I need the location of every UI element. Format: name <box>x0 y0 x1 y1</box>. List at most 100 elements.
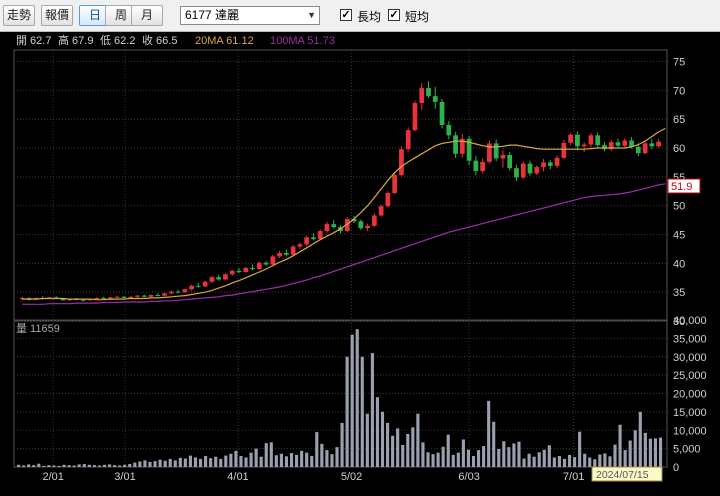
short-ma-checkbox[interactable]: ✓ <box>388 9 400 21</box>
volume-axis-tick-label: 5,000 <box>673 444 701 456</box>
candle-body <box>426 88 431 97</box>
candle-body <box>547 162 553 166</box>
candle-body <box>520 163 526 178</box>
candle-body <box>480 161 486 172</box>
candle-body <box>392 175 398 193</box>
volume-bar <box>360 356 364 467</box>
volume-bar <box>638 411 642 467</box>
chart-mode-button-quote[interactable]: 報價 <box>41 5 73 26</box>
volume-bar <box>234 450 238 467</box>
volume-bar <box>214 456 218 467</box>
open-price-label: 開 62.7 <box>16 34 51 47</box>
candle-body <box>405 130 411 150</box>
volume-axis-tick-label: 30,000 <box>673 352 707 364</box>
candle-body <box>223 274 228 280</box>
volume-bar <box>107 464 112 467</box>
volume-bar <box>350 334 354 467</box>
stock-chart[interactable]: 30 35 40 45 50 55 60 65 70 75 0 5,000 10,000 15,000 20… <box>0 32 720 491</box>
candle-body <box>135 295 140 297</box>
chart-period-button-month[interactable]: 月 <box>131 5 163 26</box>
volume-bar <box>345 356 349 467</box>
candle-body <box>189 285 194 290</box>
volume-bar <box>552 457 556 467</box>
volume-bar <box>67 465 71 467</box>
candle-body <box>290 246 296 255</box>
ma20-label: 20MA 61.12 <box>195 35 254 47</box>
candle-body <box>575 134 580 147</box>
volume-bar <box>264 443 268 467</box>
volume-bar <box>254 448 258 467</box>
volume-bar <box>517 441 521 467</box>
volume-bar <box>32 465 36 467</box>
volume-bar <box>608 456 612 467</box>
volume-bar <box>168 458 172 467</box>
volume-bar <box>512 443 516 467</box>
volume-bar <box>158 459 162 467</box>
volume-bar <box>648 438 652 467</box>
volume-bar <box>310 455 314 467</box>
candle-body <box>419 88 425 104</box>
candle-body <box>385 192 391 207</box>
volume-axis-tick-label: 0 <box>673 462 679 474</box>
chevron-down-icon: ▼ <box>307 10 316 20</box>
long-ma-checkbox[interactable]: ✓ <box>340 9 352 21</box>
volume-bar <box>537 452 541 467</box>
chart-mode-button-trend[interactable]: 走勢 <box>3 5 35 26</box>
candle-body <box>378 206 384 216</box>
last-price-tag: 51.9 <box>667 178 701 194</box>
volume-bar <box>163 460 167 467</box>
candle-body <box>236 270 242 272</box>
volume-bar <box>618 424 622 467</box>
volume-bar <box>396 428 400 467</box>
volume-bar <box>588 457 592 467</box>
volume-bar <box>244 457 248 467</box>
price-axis-tick-label: 70 <box>673 85 685 97</box>
volume-bar <box>573 457 577 467</box>
price-axis-tick-label: 65 <box>673 114 685 126</box>
date-axis-tick-label: 7/01 <box>563 471 584 483</box>
volume-bar <box>557 455 561 467</box>
volume-bar <box>148 461 152 467</box>
candle-body <box>168 291 174 294</box>
volume-bar <box>193 457 198 467</box>
volume-bar <box>623 450 627 467</box>
candle-body <box>365 225 370 229</box>
volume-bar <box>431 454 435 467</box>
candle-body <box>209 277 215 282</box>
volume-bar <box>72 465 76 467</box>
symbol-select[interactable]: 6177 達麗 ▼ <box>180 6 320 25</box>
volume-bar <box>456 452 460 467</box>
candle-body <box>162 293 167 296</box>
volume-bar <box>143 460 147 467</box>
volume-bar <box>466 449 471 467</box>
volume-bar <box>123 464 127 467</box>
volume-bar <box>613 444 617 467</box>
candle-body <box>114 296 120 298</box>
volume-bar <box>305 452 309 467</box>
volume-bar <box>259 456 263 467</box>
volume-bar <box>97 465 102 467</box>
candle-body <box>656 141 661 147</box>
candle-body <box>649 143 655 147</box>
volume-bar <box>320 443 324 467</box>
candle-body <box>182 289 188 293</box>
low-price-label: 低 62.2 <box>100 34 135 47</box>
candle-body <box>94 297 100 300</box>
candle-body <box>635 146 641 154</box>
volume-bar <box>522 458 526 467</box>
volume-bar <box>451 454 455 467</box>
volume-bar <box>300 450 304 467</box>
volume-bar <box>391 435 395 467</box>
candle-body <box>534 167 540 174</box>
candle-body <box>256 262 262 270</box>
volume-bar <box>27 464 31 467</box>
volume-bar <box>153 461 157 467</box>
candle-body <box>358 221 364 229</box>
volume-bar <box>249 452 253 467</box>
candle-body <box>229 270 235 275</box>
candle-body <box>80 299 86 301</box>
volume-bar <box>118 465 122 467</box>
volume-bar <box>583 453 587 467</box>
candle-body <box>514 168 519 178</box>
volume-bar <box>239 455 243 467</box>
